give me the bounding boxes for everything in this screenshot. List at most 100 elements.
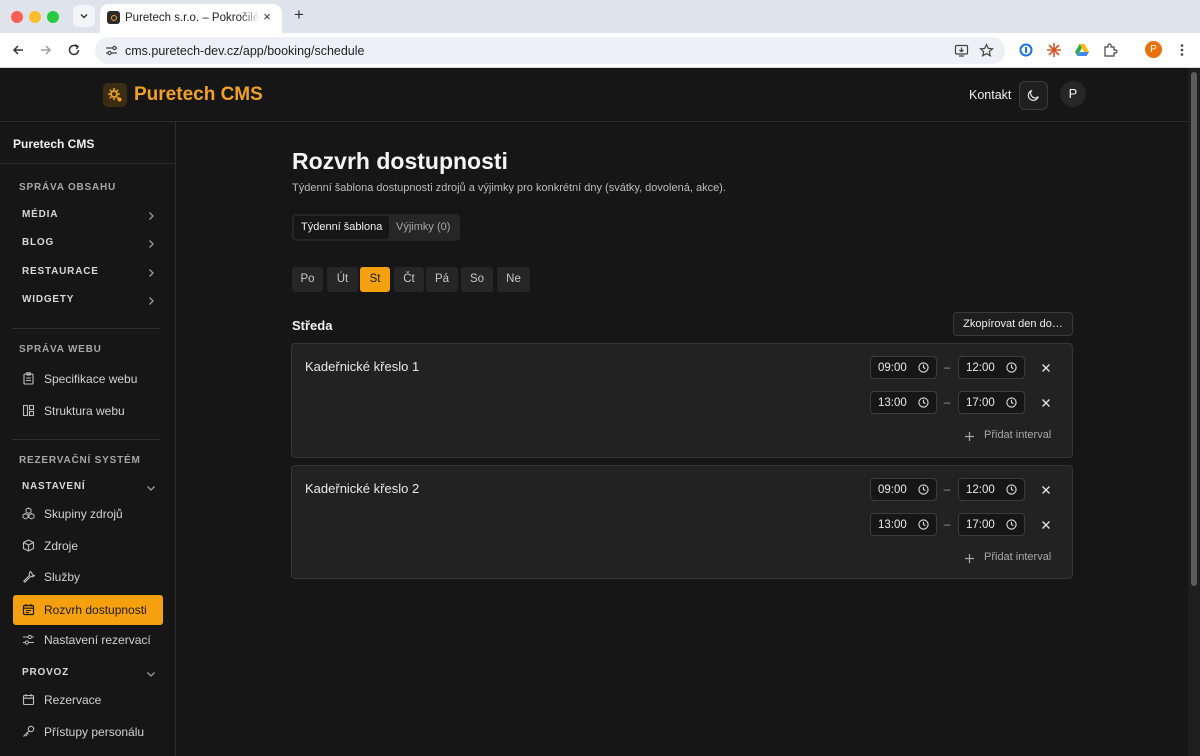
tab-search-button[interactable] [73, 5, 95, 27]
interval-dash: – [943, 517, 951, 531]
sidebar-group-blog[interactable]: BLOG [22, 237, 157, 255]
drive-icon[interactable] [1074, 42, 1090, 58]
sidebar-group-label: WIDGETY [22, 294, 75, 305]
more-menu-icon[interactable] [1174, 42, 1190, 58]
scrollbar-thumb[interactable] [1191, 72, 1197, 586]
section-label-web: SPRÁVA WEBU [19, 344, 102, 355]
sidebar-item-web-structure[interactable]: Struktura webu [13, 396, 163, 426]
chevron-right-icon [149, 297, 154, 305]
clock-icon [1006, 484, 1017, 495]
boxes-icon [22, 507, 35, 520]
day-button-fri[interactable]: Pá [426, 267, 458, 292]
sidebar-group-operations[interactable]: PROVOZ [22, 667, 157, 685]
browser-tab-bar: Puretech s.r.o. – Pokročilé webové strán… [0, 0, 1200, 33]
time-from-input[interactable]: 13:00 [870, 513, 937, 536]
clock-icon [918, 519, 929, 530]
tab-exceptions[interactable]: Výjimky (0) [389, 216, 457, 239]
clock-icon [918, 397, 929, 408]
remove-interval-icon[interactable] [1039, 483, 1053, 497]
time-to-input[interactable]: 12:00 [958, 478, 1025, 501]
clock-icon [1006, 397, 1017, 408]
tab-close-icon[interactable]: × [260, 10, 274, 24]
sidebar-item-services[interactable]: Služby [13, 562, 163, 592]
tab-weekly-template[interactable]: Týdenní šablona [294, 216, 390, 239]
extensions-puzzle-icon[interactable] [1102, 42, 1118, 58]
sidebar-group-label: PROVOZ [22, 667, 70, 678]
plus-icon [965, 432, 974, 441]
time-to-input[interactable]: 17:00 [958, 513, 1025, 536]
window-minimize-button[interactable] [29, 11, 41, 23]
sidebar-group-label: BLOG [22, 237, 55, 248]
sidebar-item-label: Rozvrh dostupnosti [44, 603, 147, 617]
sidebar: Puretech CMS SPRÁVA OBSAHU MÉDIA BLOG RE… [0, 122, 176, 756]
window-close-button[interactable] [11, 11, 23, 23]
sidebar-group-restaurant[interactable]: RESTAURACE [22, 266, 157, 284]
address-bar[interactable]: cms.puretech-dev.cz/app/booking/schedule [95, 37, 1005, 64]
sidebar-item-reservations[interactable]: Rezervace [13, 685, 163, 715]
logo-gear-icon[interactable] [103, 83, 127, 107]
main-content: Rozvrh dostupnosti Týdenní šablona dostu… [176, 122, 1188, 756]
time-from-input[interactable]: 13:00 [870, 391, 937, 414]
theme-toggle-button[interactable] [1019, 81, 1048, 110]
install-app-icon[interactable] [954, 43, 969, 58]
sidebar-item-resource-groups[interactable]: Skupiny zdrojů [13, 499, 163, 529]
day-button-sun[interactable]: Ne [497, 267, 530, 292]
sidebar-item-staff-access[interactable]: Přístupy personálu [13, 717, 163, 747]
sidebar-item-label: Zdroje [44, 539, 79, 553]
contact-link[interactable]: Kontakt [969, 88, 1011, 102]
browser-tab[interactable]: Puretech s.r.o. – Pokročilé webové strán… [100, 4, 282, 33]
resource-name: Kadeřnické křeslo 1 [305, 359, 420, 374]
schedule-tabs: Týdenní šablona Výjimky (0) [292, 214, 460, 241]
browser-profile-avatar[interactable]: P [1145, 41, 1162, 58]
sidebar-group-label: MÉDIA [22, 209, 59, 220]
chevron-down-icon [147, 672, 155, 677]
new-tab-icon[interactable]: + [290, 6, 308, 24]
day-button-sat[interactable]: So [461, 267, 493, 292]
brand-title[interactable]: Puretech CMS [134, 84, 263, 106]
user-avatar[interactable]: P [1060, 81, 1086, 107]
app-header: Puretech CMS Kontakt P [0, 68, 1188, 122]
sidebar-group-widgets[interactable]: WIDGETY [22, 294, 157, 312]
browser-toolbar: cms.puretech-dev.cz/app/booking/schedule… [0, 33, 1200, 68]
time-from-input[interactable]: 09:00 [870, 356, 937, 379]
window-zoom-button[interactable] [47, 11, 59, 23]
calendar-icon [22, 694, 35, 706]
site-favicon-icon [107, 11, 120, 24]
sparkle-extension-icon[interactable] [1046, 42, 1062, 58]
clock-icon [1006, 519, 1017, 530]
sidebar-item-booking-settings[interactable]: Nastavení rezervací [13, 625, 163, 655]
remove-interval-icon[interactable] [1039, 361, 1053, 375]
time-to-input[interactable]: 17:00 [958, 391, 1025, 414]
sidebar-divider [12, 439, 161, 440]
time-value: 13:00 [878, 397, 907, 409]
interval-dash: – [943, 360, 951, 374]
back-icon[interactable] [9, 41, 27, 59]
day-button-mon[interactable]: Po [292, 267, 323, 292]
calendar-icon [22, 604, 35, 616]
page-scrollbar[interactable] [1188, 68, 1200, 756]
site-settings-icon[interactable] [104, 43, 119, 58]
day-button-thu[interactable]: Čt [394, 267, 424, 292]
remove-interval-icon[interactable] [1039, 396, 1053, 410]
time-value: 12:00 [966, 484, 995, 496]
day-button-tue[interactable]: Út [327, 267, 358, 292]
resource-name: Kadeřnické křeslo 2 [305, 481, 420, 496]
chevron-right-icon [149, 240, 154, 248]
remove-interval-icon[interactable] [1039, 518, 1053, 532]
clock-icon [918, 362, 929, 373]
sidebar-item-web-spec[interactable]: Specifikace webu [13, 364, 163, 394]
time-to-input[interactable]: 12:00 [958, 356, 1025, 379]
forward-icon[interactable] [37, 41, 55, 59]
add-interval-label: Přidat interval [984, 429, 1052, 441]
reload-icon[interactable] [65, 41, 83, 59]
copy-day-button[interactable]: Zkopírovat den do… [953, 312, 1073, 336]
password-manager-icon[interactable] [1018, 42, 1034, 58]
bookmark-star-icon[interactable] [979, 43, 994, 58]
sidebar-item-resources[interactable]: Zdroje [13, 531, 163, 561]
time-from-input[interactable]: 09:00 [870, 478, 937, 501]
sidebar-item-availability-schedule[interactable]: Rozvrh dostupnosti [13, 595, 163, 625]
sidebar-group-media[interactable]: MÉDIA [22, 209, 157, 227]
day-button-wed[interactable]: St [360, 267, 390, 292]
url-text[interactable]: cms.puretech-dev.cz/app/booking/schedule [125, 44, 365, 58]
sidebar-group-settings[interactable]: NASTAVENÍ [22, 481, 157, 499]
